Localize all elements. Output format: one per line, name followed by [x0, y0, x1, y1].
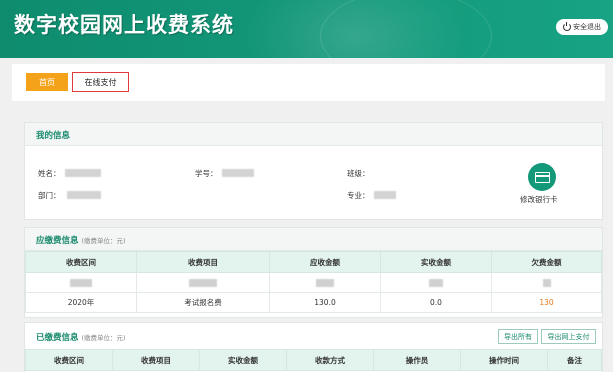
tab-online-pay[interactable]: 在线支付: [72, 72, 129, 92]
tab-bar: 首页 在线支付: [12, 64, 605, 101]
paid-fees-table: 收费区间 收费项目 实收金额 收款方式 操作员 操作时间 备注: [25, 349, 602, 371]
due-fees-unit: (缴费单位：元): [81, 237, 126, 245]
paid-fees-panel: 已缴费信息 (缴费单位：元) 导出所有 导出网上支付 收费区间 收费项目 实收金额…: [24, 322, 603, 372]
redacted-cell: [491, 272, 602, 293]
table-row-redacted: [25, 272, 602, 293]
export-online-button[interactable]: 导出网上支付: [541, 329, 596, 344]
col-due: 应收金额: [269, 251, 381, 273]
app-title: 数字校园网上收费系统: [14, 13, 234, 37]
paid-fees-unit: (缴费单位：元): [81, 334, 126, 342]
due-fees-title: 应缴费信息 (缴费单位：元): [36, 234, 126, 246]
col-paid: 实收金额: [380, 251, 492, 273]
due-fees-header: 应缴费信息 (缴费单位：元): [25, 228, 602, 251]
row-owed: 130: [491, 292, 602, 313]
header-globe-outline: [320, 0, 492, 58]
paid-fees-header-row: 收费区间 收费项目 实收金额 收款方式 操作员 操作时间 备注: [25, 349, 602, 371]
export-all-button[interactable]: 导出所有: [498, 329, 538, 344]
col-item: 收费项目: [112, 349, 200, 371]
col-item: 收费项目: [136, 251, 270, 273]
dept-value-redacted: [67, 191, 101, 199]
major-value-redacted: [374, 191, 396, 199]
redacted-cell: [380, 272, 492, 293]
col-period: 收费区间: [25, 349, 113, 371]
due-fees-title-text: 应缴费信息: [36, 236, 79, 246]
student-id-value-redacted: [222, 169, 254, 177]
logout-label: 安全退出: [573, 23, 601, 31]
due-fees-header-row: 收费区间 收费项目 应收金额 实收金额 欠费金额: [25, 251, 602, 273]
my-info-header: 我的信息: [25, 123, 602, 146]
tab-home[interactable]: 首页: [26, 73, 68, 91]
col-remark: 备注: [547, 349, 602, 371]
col-paid-amount: 实收金额: [199, 349, 287, 371]
row-period: 2020年: [25, 292, 137, 313]
my-info-panel: 我的信息 姓名： 学号： 班级： 部门： 专业： 修改银行卡: [24, 122, 603, 220]
row-paid: 0.0: [380, 292, 492, 313]
dept-label: 部门：: [38, 191, 61, 200]
due-fees-table: 收费区间 收费项目 应收金额 实收金额 欠费金额 2020年 考试报名费 130…: [25, 251, 602, 313]
row-item: 考试报名费: [136, 292, 270, 313]
name-value-redacted: [65, 169, 101, 177]
redacted-cell: [25, 272, 137, 293]
student-id-label: 学号：: [195, 169, 218, 178]
table-row: 2020年 考试报名费 130.0 0.0 130: [25, 292, 602, 313]
row-due: 130.0: [269, 292, 381, 313]
bank-card-icon[interactable]: [528, 163, 556, 191]
my-info-title: 我的信息: [36, 131, 71, 141]
app-header: 数字校园网上收费系统 安全退出: [0, 0, 613, 58]
col-pay-method: 收款方式: [286, 349, 374, 371]
paid-fees-title: 已缴费信息 (缴费单位：元): [36, 331, 126, 343]
redacted-cell: [269, 272, 381, 293]
major-label: 专业：: [347, 191, 370, 200]
paid-fees-title-text: 已缴费信息: [36, 333, 79, 343]
col-period: 收费区间: [25, 251, 137, 273]
col-owed: 欠费金额: [491, 251, 602, 273]
edit-bank-card-link[interactable]: 修改银行卡: [520, 194, 558, 205]
col-operator: 操作员: [373, 349, 461, 371]
name-label: 姓名：: [38, 169, 61, 178]
due-fees-panel: 应缴费信息 (缴费单位：元) 收费区间 收费项目 应收金额 实收金额 欠费金额 2…: [24, 227, 603, 318]
class-label: 班级：: [347, 169, 370, 178]
redacted-cell: [136, 272, 270, 293]
power-icon: [563, 22, 571, 31]
col-op-time: 操作时间: [460, 349, 548, 371]
paid-fees-header: 已缴费信息 (缴费单位：元) 导出所有 导出网上支付: [25, 323, 602, 347]
logout-button[interactable]: 安全退出: [556, 19, 608, 35]
